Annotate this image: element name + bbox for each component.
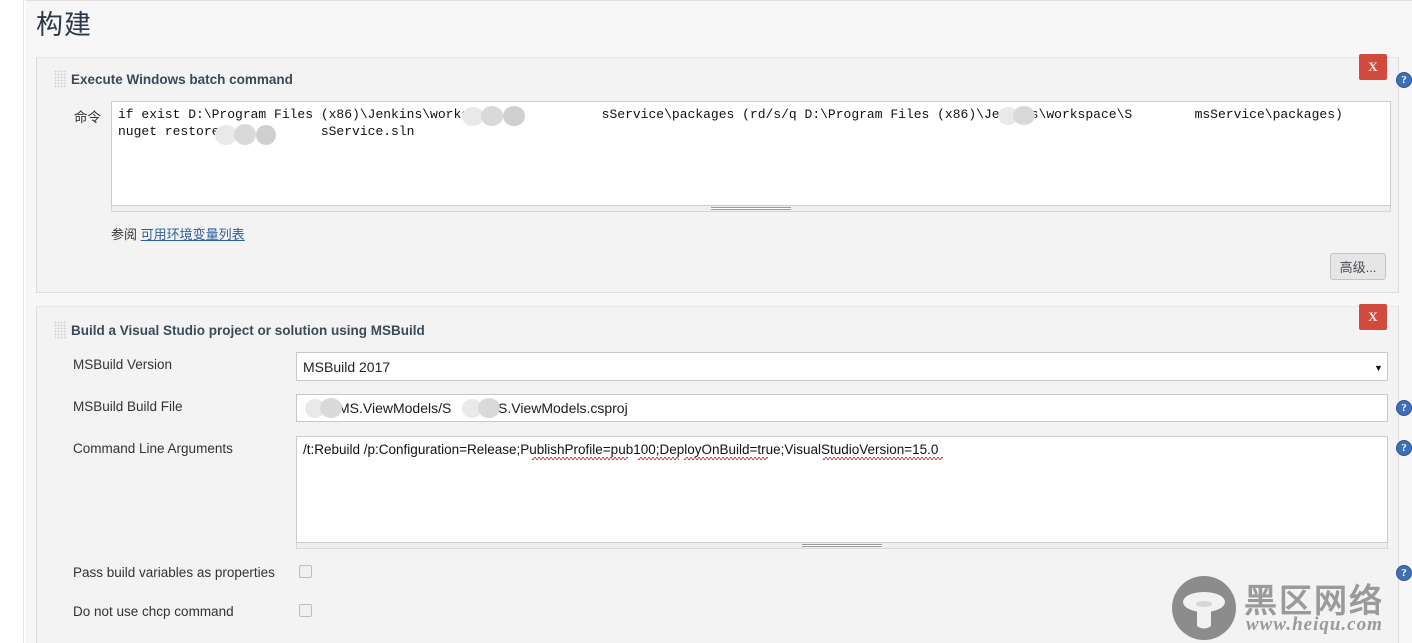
batch-command-resize-handle[interactable] [111,206,1391,212]
msbuild-build-file-input[interactable] [296,394,1388,422]
left-rail [0,0,24,643]
pass-build-variables-label: Pass build variables as properties [73,565,275,580]
command-line-arguments-label: Command Line Arguments [73,441,233,456]
msbuild-version-label: MSBuild Version [73,357,173,372]
command-line-arguments-resize-handle[interactable] [296,543,1388,549]
do-not-use-chcp-label: Do not use chcp command [73,604,234,619]
page-title: 构建 [36,10,92,40]
help-icon-batch-step[interactable]: ? [1396,72,1412,88]
available-env-vars-link[interactable]: 可用环境变量列表 [141,227,245,242]
drag-handle-icon-msbuild[interactable] [54,321,67,339]
help-icon-build-file[interactable]: ? [1396,400,1412,416]
delete-step-button-batch[interactable]: X [1359,54,1387,80]
env-vars-hint: 参阅 可用环境变量列表 [111,224,245,243]
build-step-title-batch: Execute Windows batch command [71,72,293,87]
command-label: 命令 [74,110,101,125]
env-vars-hint-prefix: 参阅 [111,227,138,242]
build-step-title-msbuild: Build a Visual Studio project or solutio… [71,323,425,338]
help-icon-command-line-arguments[interactable]: ? [1396,440,1412,456]
delete-step-button-msbuild[interactable]: X [1359,304,1387,330]
help-icon-pass-build-variables[interactable]: ? [1396,565,1412,581]
msbuild-version-select[interactable]: MSBuild 2017 [296,352,1388,381]
screen-root: 构建 Execute Windows batch command X ? 命令 … [0,0,1412,643]
command-line-arguments-textarea[interactable] [296,436,1388,543]
advanced-button-batch[interactable]: 高级... [1330,253,1386,280]
pass-build-variables-checkbox[interactable] [299,565,312,578]
msbuild-build-file-label: MSBuild Build File [73,399,183,414]
do-not-use-chcp-checkbox[interactable] [299,604,312,617]
batch-command-textarea[interactable] [111,101,1391,206]
drag-handle-icon-batch[interactable] [54,70,67,88]
